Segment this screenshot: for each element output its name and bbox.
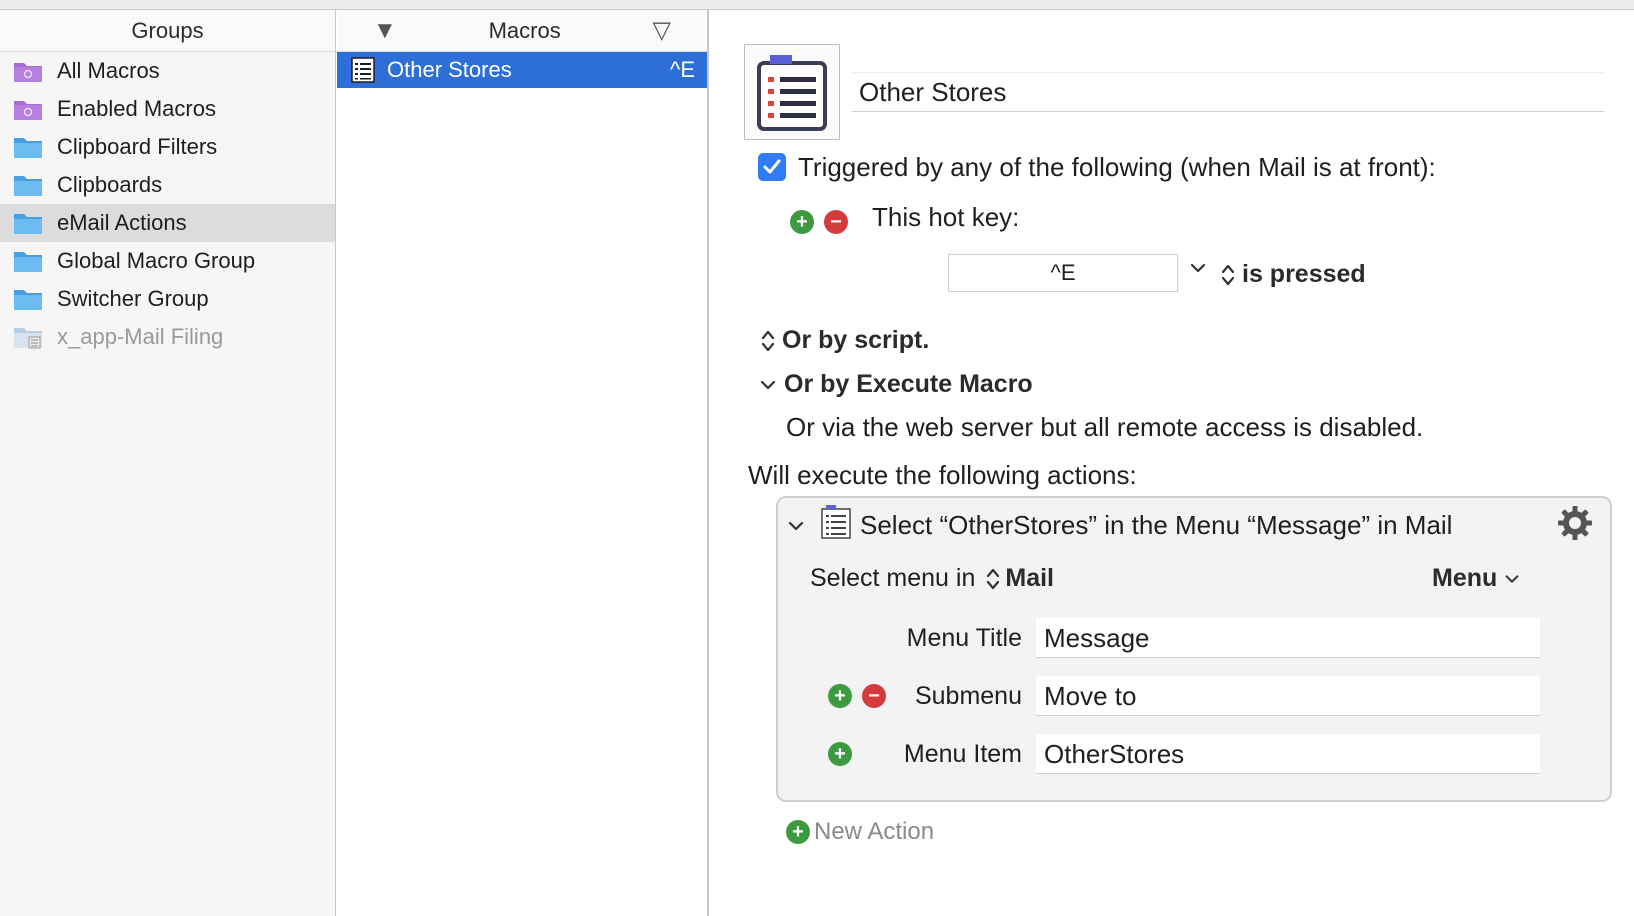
menu-item-label: Menu Item xyxy=(903,740,1022,768)
group-label: Clipboard Filters xyxy=(57,134,218,159)
add-trigger-icon[interactable]: + xyxy=(790,210,814,234)
or-by-execute-row[interactable]: Or by Execute Macro xyxy=(758,370,1033,399)
smart-group-icon xyxy=(14,101,42,120)
chevron-down-icon xyxy=(1505,574,1519,583)
hotkey-state-label: is pressed xyxy=(1242,260,1366,288)
trigger-add-remove: + − xyxy=(790,210,848,234)
group-label: Clipboards xyxy=(57,172,163,197)
up-down-chevron-icon xyxy=(761,330,775,351)
submenu-field[interactable]: Move to xyxy=(1036,676,1540,716)
macro-icon-well[interactable] xyxy=(744,44,840,140)
macro-editor: Other Stores Triggered by any of the fol… xyxy=(710,10,1634,916)
new-action-label: New Action xyxy=(814,818,935,845)
macros-header-label[interactable]: Macros xyxy=(489,18,561,44)
menu-type-dropdown[interactable]: Menu xyxy=(1432,564,1521,593)
groups-header[interactable]: Groups xyxy=(0,10,335,52)
chevron-down-icon xyxy=(760,380,776,389)
hotkey-field[interactable]: ^E xyxy=(948,254,1178,292)
smart-group-icon xyxy=(14,63,42,82)
folder-icon xyxy=(14,176,42,196)
gear-icon xyxy=(1558,506,1592,540)
trigger-enabled-checkbox[interactable] xyxy=(758,153,786,181)
up-down-chevron-icon xyxy=(1221,264,1235,285)
up-down-chevron-icon xyxy=(987,568,1000,589)
new-action-button[interactable]: + New Action xyxy=(786,818,934,846)
add-menu-item-icon[interactable]: + xyxy=(828,742,852,766)
select-menu-in-label: Select menu in xyxy=(810,564,976,592)
group-item-x-app-mail-filing[interactable]: x_app-Mail Filing xyxy=(0,318,335,356)
macro-label: Other Stores xyxy=(387,57,512,82)
group-item-clipboard-filters[interactable]: Clipboard Filters xyxy=(0,128,335,166)
menu-type-label: Menu xyxy=(1432,564,1498,592)
macro-row-other-stores[interactable]: Other Stores ^E xyxy=(337,52,707,88)
action-collapse-toggle[interactable] xyxy=(786,516,806,541)
trigger-description: Triggered by any of the following (when … xyxy=(798,152,1436,182)
group-label: x_app-Mail Filing xyxy=(57,324,224,349)
group-item-clipboards[interactable]: Clipboards xyxy=(0,166,335,204)
folder-icon xyxy=(14,252,42,272)
macros-pane: ▼ Macros ▽ Other Stores ^E xyxy=(337,10,709,916)
group-label: Global Macro Group xyxy=(57,248,256,273)
macro-name-field[interactable]: Other Stores xyxy=(852,72,1604,112)
add-submenu-icon[interactable]: + xyxy=(828,684,852,708)
group-item-email-actions[interactable]: eMail Actions xyxy=(0,204,335,242)
app-label: Mail xyxy=(1005,564,1054,592)
menu-item-field[interactable]: OtherStores xyxy=(1036,734,1540,774)
hotkey-state-popup[interactable]: is pressed xyxy=(1220,260,1366,289)
group-item-all-macros[interactable]: All Macros xyxy=(0,52,335,90)
or-by-execute-label: Or by Execute Macro xyxy=(784,370,1033,398)
actions-heading: Will execute the following actions: xyxy=(748,460,1137,490)
group-item-global-macro-group[interactable]: Global Macro Group xyxy=(0,242,335,280)
checkmark-icon xyxy=(763,159,781,174)
hotkey-options-chevron[interactable] xyxy=(1188,258,1208,283)
disabled-folder-icon xyxy=(14,328,42,349)
macro-list-icon xyxy=(351,57,375,83)
macro-hotkey: ^E xyxy=(670,57,695,82)
or-by-script-label: Or by script. xyxy=(782,326,930,354)
action-list-icon xyxy=(821,505,851,539)
submenu-label: Submenu xyxy=(914,682,1022,710)
action-gear-button[interactable] xyxy=(1556,504,1594,547)
macros-header: ▼ Macros ▽ xyxy=(337,10,707,52)
hotkey-trigger-label: This hot key: xyxy=(872,202,1020,232)
app-popup[interactable]: Mail xyxy=(985,564,1054,593)
web-server-note: Or via the web server but all remote acc… xyxy=(786,412,1424,442)
menu-title-field[interactable]: Message xyxy=(1036,618,1540,658)
window-top-border xyxy=(0,0,1634,10)
macro-document-icon xyxy=(757,55,827,131)
chevron-down-icon xyxy=(788,521,804,531)
chevron-down-icon xyxy=(1190,263,1206,273)
group-label: eMail Actions xyxy=(57,210,187,235)
filled-triangle-icon[interactable]: ▼ xyxy=(373,17,397,45)
folder-icon xyxy=(14,138,42,158)
group-label: All Macros xyxy=(57,58,160,83)
folder-icon xyxy=(14,214,42,234)
select-menu-in-row: Select menu in Mail xyxy=(810,564,1054,593)
action-select-menu[interactable]: Select “OtherStores” in the Menu “Messag… xyxy=(776,496,1612,802)
folder-icon xyxy=(14,290,42,310)
filter-triangle-icon[interactable]: ▽ xyxy=(653,16,671,45)
menu-item-add: + xyxy=(828,742,852,766)
remove-trigger-icon[interactable]: − xyxy=(824,210,848,234)
group-label: Switcher Group xyxy=(57,286,209,311)
menu-title-label: Menu Title xyxy=(906,624,1022,652)
group-item-enabled-macros[interactable]: Enabled Macros xyxy=(0,90,335,128)
or-by-script-row[interactable]: Or by script. xyxy=(760,326,929,355)
group-label: Enabled Macros xyxy=(57,96,216,121)
add-action-icon: + xyxy=(786,820,810,844)
groups-pane: Groups All Macros Enabled Macros Clipboa… xyxy=(0,10,336,916)
group-item-switcher-group[interactable]: Switcher Group xyxy=(0,280,335,318)
action-title: Select “OtherStores” in the Menu “Messag… xyxy=(860,510,1453,540)
